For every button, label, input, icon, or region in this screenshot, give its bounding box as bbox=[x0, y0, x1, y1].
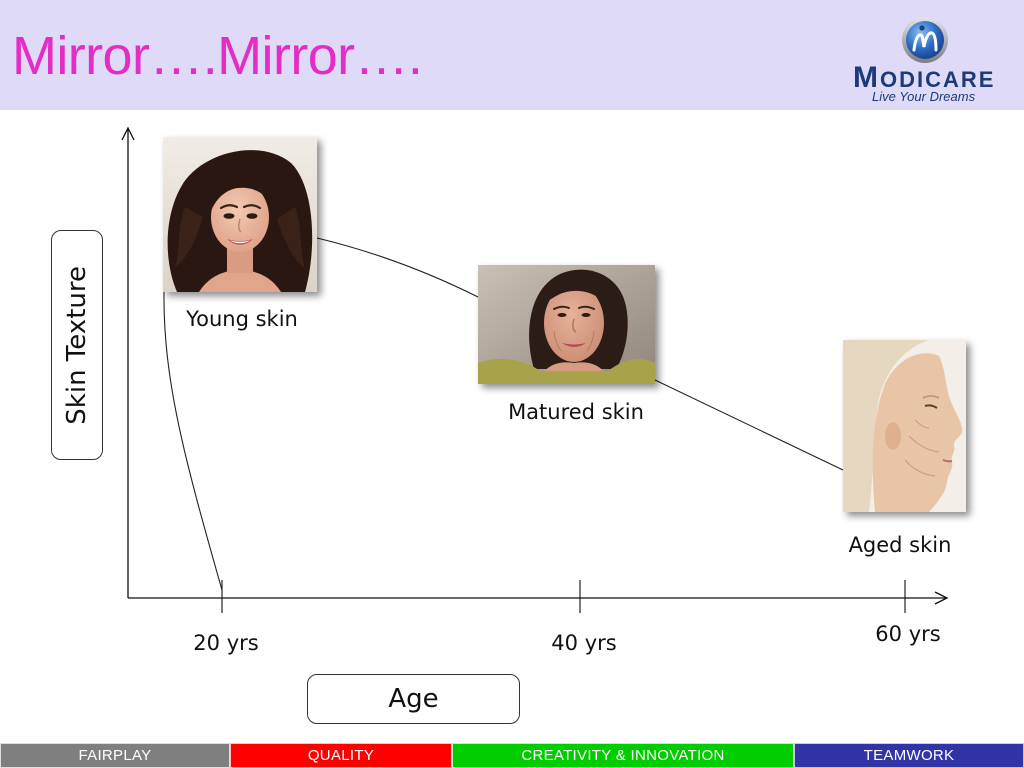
aging-curve-20-yrs-to-young-skin bbox=[163, 291, 223, 591]
footer-item-creativity-innovation: CREATIVITY & INNOVATION bbox=[452, 743, 794, 768]
stage-label-young-skin: Young skin bbox=[186, 307, 298, 331]
stage-label-matured-skin: Matured skin bbox=[508, 400, 644, 424]
y-axis-label: Skin Texture bbox=[62, 265, 92, 425]
footer-item-fairplay: FAIRPLAY bbox=[0, 743, 230, 768]
right-eye bbox=[246, 213, 258, 219]
modicare-globe-icon bbox=[902, 17, 948, 63]
slide: Mirror….Mirror…. MODICARE Live Your Drea… bbox=[0, 0, 1024, 768]
left-eye bbox=[223, 213, 235, 219]
aging-curve-young-to-matured-skin bbox=[316, 237, 479, 298]
x-tick-label-20-yrs: 20 yrs bbox=[193, 631, 259, 655]
slide-title: Mirror….Mirror…. bbox=[12, 26, 423, 86]
matured-skin-photo bbox=[478, 265, 655, 384]
young-skin-illustration bbox=[163, 137, 317, 292]
young-skin-photo bbox=[163, 137, 317, 292]
x-axis-label: Age bbox=[388, 684, 439, 714]
footer-item-quality: QUALITY bbox=[230, 743, 452, 768]
right-eye bbox=[581, 313, 591, 317]
globe-dot bbox=[919, 25, 925, 31]
y-axis-arrowhead bbox=[121, 126, 135, 141]
x-axis-arrowhead bbox=[934, 591, 949, 605]
stage-label-aged-skin: Aged skin bbox=[848, 533, 952, 557]
left-eye bbox=[557, 313, 567, 317]
logo-tagline: Live Your Dreams bbox=[872, 89, 976, 104]
y-axis-label-box: Skin Texture bbox=[51, 230, 103, 460]
header-bar: Mirror….Mirror…. MODICARE Live Your Drea… bbox=[0, 0, 1024, 110]
footer-values-bar: FAIRPLAY QUALITY CREATIVITY & INNOVATION… bbox=[0, 743, 1024, 768]
aged-skin-photo bbox=[843, 340, 966, 512]
footer-item-teamwork: TEAMWORK bbox=[794, 743, 1024, 768]
aging-curve-matured-to-aged-skin bbox=[654, 379, 844, 471]
matured-skin-illustration bbox=[478, 265, 655, 384]
x-axis-label-box: Age bbox=[307, 674, 520, 724]
x-tick-label-40-yrs: 40 yrs bbox=[551, 631, 617, 655]
aged-skin-illustration bbox=[843, 340, 966, 512]
modicare-logo: MODICARE Live Your Dreams bbox=[846, 14, 1006, 106]
x-tick-label-60-yrs: 60 yrs bbox=[875, 622, 941, 646]
ear bbox=[885, 422, 901, 450]
